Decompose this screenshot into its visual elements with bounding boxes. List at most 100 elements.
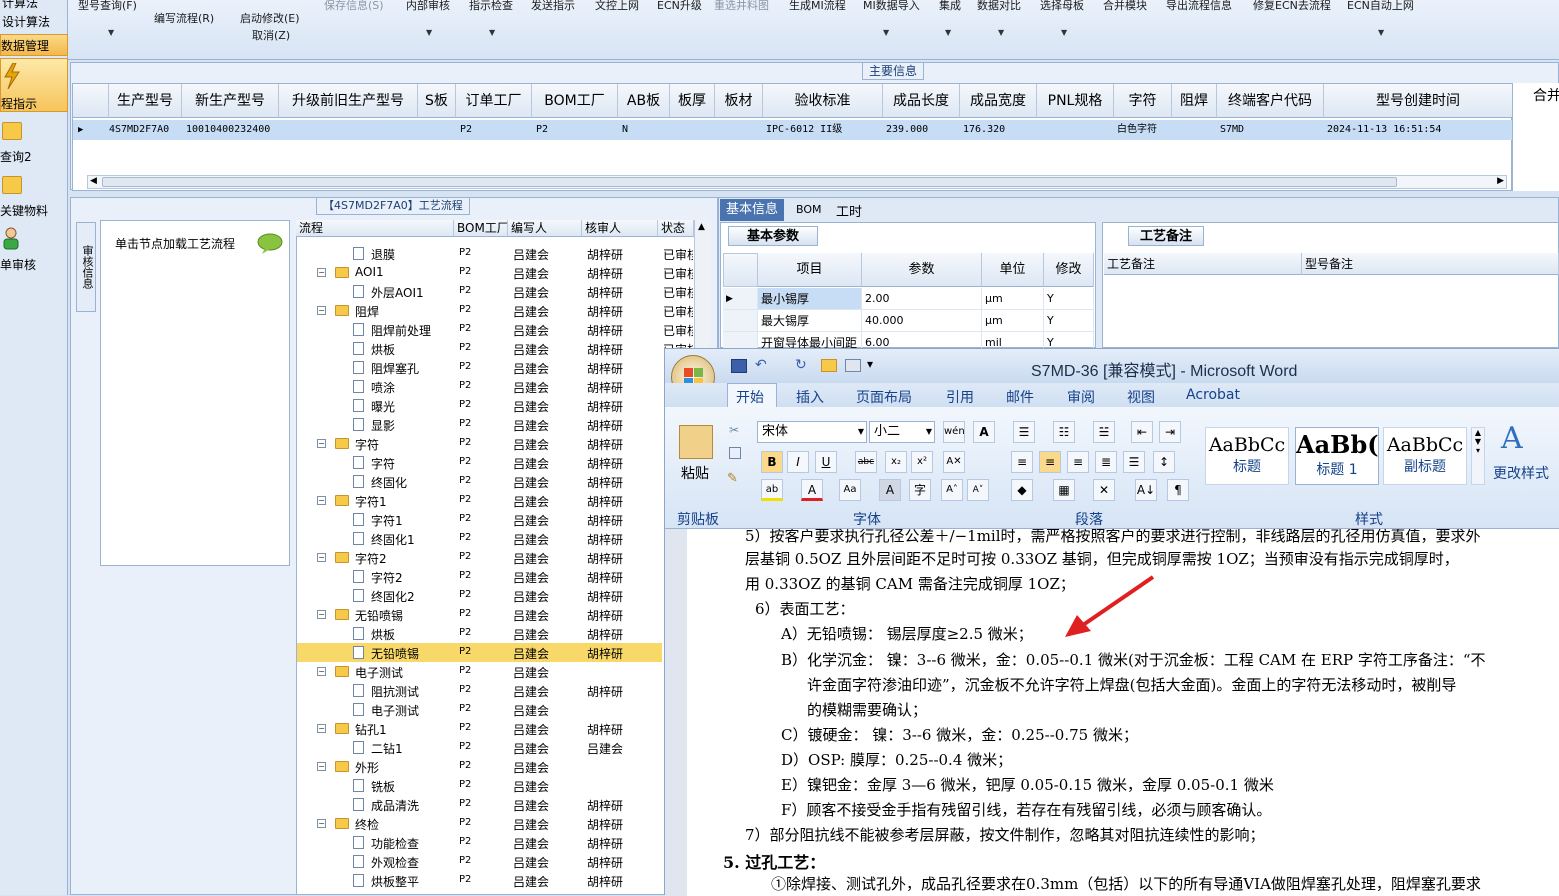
column-header[interactable]: S板 [418,84,456,118]
tree-row[interactable]: 曝光P2吕建会胡梓研已审核 [297,396,693,415]
undo-icon[interactable]: ↶ [755,357,767,373]
column-header[interactable]: 工艺备注 [1104,253,1302,275]
change-styles-button[interactable]: 更改样式 [1493,463,1549,483]
column-header[interactable]: 修改 [1044,253,1094,287]
tree-row[interactable]: −无铅喷锡P2吕建会胡梓研已审核 [297,605,693,624]
internal-review-button[interactable]: 内部审核 [406,0,450,13]
italic-icon[interactable]: I [787,451,809,473]
style-subtitle[interactable]: AaBbCc 副标题 [1383,427,1467,485]
collapse-icon[interactable]: − [317,439,326,448]
tree-row[interactable]: 无铅喷锡P2吕建会胡梓研已审核 [297,643,693,662]
column-header[interactable]: 升级前旧生产型号 [279,84,418,118]
change-case-icon[interactable]: Aa [839,479,861,501]
subscript-icon[interactable]: x₂ [885,451,907,473]
column-header[interactable]: 板厚 [670,84,715,118]
column-header[interactable]: BOM工厂 [532,84,618,118]
chevron-down-icon[interactable]: ▼ [108,28,114,37]
scrollbar-thumb[interactable] [102,177,1397,187]
tab-basic-info[interactable]: 基本信息 [720,199,784,221]
tree-row[interactable]: 字符1P2吕建会胡梓研已审核 [297,510,693,529]
pinyin-icon[interactable]: wén [943,421,965,443]
bullets-icon[interactable]: ☰ [1013,421,1035,443]
nav-item-calc[interactable]: 计算法 [0,0,68,12]
copy-icon[interactable] [729,447,741,459]
tree-row[interactable]: −字符2P2吕建会胡梓研已审核 [297,548,693,567]
tree-row[interactable]: 字符P2吕建会胡梓研已审核 [297,453,693,472]
tab-home[interactable]: 开始 [736,387,764,407]
collapse-icon[interactable]: − [317,268,326,277]
column-header[interactable]: 订单工厂 [456,84,532,118]
chevron-down-icon[interactable]: ▼ [1378,28,1384,37]
tree-row[interactable]: 成品清洗 P2 吕建会 胡梓研 [297,795,662,814]
cell-param-value[interactable]: 2.00 [862,288,982,310]
tree-row[interactable]: −字符1P2吕建会胡梓研已审核 [297,491,693,510]
horizontal-scrollbar[interactable]: ◀ ▶ [87,175,1507,189]
grow-font-icon[interactable]: A˄ [941,479,963,501]
change-styles-icon[interactable]: A [1501,421,1523,456]
nav-item-query2[interactable]: 查询2 [0,118,68,166]
export-process-info-button[interactable]: 导出流程信息 [1166,0,1232,13]
collapse-icon[interactable]: − [317,610,326,619]
decrease-indent-icon[interactable]: ⇤ [1131,421,1153,443]
align-center-icon[interactable]: ≡ [1039,451,1061,473]
merge-module-button[interactable]: 合并模块 [1103,0,1147,13]
underline-icon[interactable]: U [815,451,837,473]
column-header[interactable]: 项目 [758,253,862,287]
chinese-layout-icon[interactable]: ✕ [1093,479,1115,501]
cell-param-value[interactable]: 40.000 [862,310,982,332]
tab-mailings[interactable]: 邮件 [1006,387,1034,407]
column-header[interactable]: 单位 [982,253,1044,287]
cut-icon[interactable]: ✂ [729,423,739,437]
tab-page-layout[interactable]: 页面布局 [856,387,912,407]
column-header[interactable]: 验收标准 [763,84,883,118]
tree-row[interactable]: 显影P2吕建会胡梓研已审核 [297,415,693,434]
save-info-button[interactable]: 保存信息(S) [324,0,384,13]
write-process-button[interactable]: 编写流程(R) [154,10,214,26]
tab-bom[interactable]: BOM [796,203,822,216]
tab-basic-params[interactable]: 基本参数 [728,226,818,246]
tab-process-notes[interactable]: 工艺备注 [1128,226,1204,246]
shading-icon[interactable]: ◆ [1011,479,1033,501]
chevron-down-icon[interactable]: ▼ [489,28,495,37]
highlight-icon[interactable]: ab [761,479,783,501]
sort-icon[interactable]: A↓ [1135,479,1157,501]
ecn-upgrade-button[interactable]: ECN升级 [657,0,702,13]
numbering-icon[interactable]: ☷ [1053,421,1075,443]
style-heading-1[interactable]: AaBb( 标题 1 [1295,427,1379,485]
tree-row[interactable]: 字符2P2吕建会胡梓研已审核 [297,567,693,586]
tree-row[interactable]: −字符P2吕建会胡梓研已审核 [297,434,693,453]
collapse-icon[interactable]: − [317,762,326,771]
column-header[interactable]: PNL规格 [1037,84,1114,118]
nav-item-order-review[interactable]: 单审核 [0,224,68,272]
column-header[interactable]: 字符 [1114,84,1172,118]
column-header[interactable]: 型号创建时间 [1324,84,1513,118]
fix-ecn-process-button[interactable]: 修复ECN去流程 [1253,0,1331,13]
tree-row[interactable]: 阻抗测试 P2 吕建会 胡梓研 [297,681,662,700]
nav-item-key-materials[interactable]: 关键物料 [0,172,68,220]
column-header[interactable]: 参数 [862,253,982,287]
tab-references[interactable]: 引用 [946,387,974,407]
review-info-side-tab[interactable]: 审核信息 [76,222,96,312]
borders-icon[interactable]: ▦ [1053,479,1075,501]
send-instruction-button[interactable]: 发送指示 [531,0,575,13]
increase-indent-icon[interactable]: ⇥ [1159,421,1181,443]
doc-control-online-button[interactable]: 文控上网 [595,0,639,13]
clear-format-icon[interactable]: A✕ [943,451,965,473]
collapse-icon[interactable]: − [317,553,326,562]
superscript-icon[interactable]: x² [911,451,933,473]
scroll-up-icon[interactable]: ▲ [698,222,705,232]
tree-row[interactable]: − 钻孔1 P2 吕建会 胡梓研 [297,719,662,738]
column-header[interactable]: 流程 [296,220,454,237]
tree-row[interactable]: 烘板P2吕建会胡梓研已审核 [297,339,693,358]
shrink-font-icon[interactable]: A˅ [967,479,989,501]
column-header[interactable]: 状态 [658,220,694,237]
mi-data-import-button[interactable]: MI数据导入 [863,0,920,13]
tab-insert[interactable]: 插入 [796,387,824,407]
tree-row[interactable]: 烘板P2吕建会胡梓研已审核 [297,624,693,643]
column-header[interactable]: 生产型号 [109,84,182,118]
integrate-button[interactable]: 集成 [939,0,961,13]
redo-icon[interactable]: ↻ [795,357,807,373]
cancel-button[interactable]: 取消(Z) [252,27,290,43]
paste-button[interactable]: 粘贴 [681,463,709,483]
show-marks-icon[interactable]: ¶ [1167,479,1189,501]
